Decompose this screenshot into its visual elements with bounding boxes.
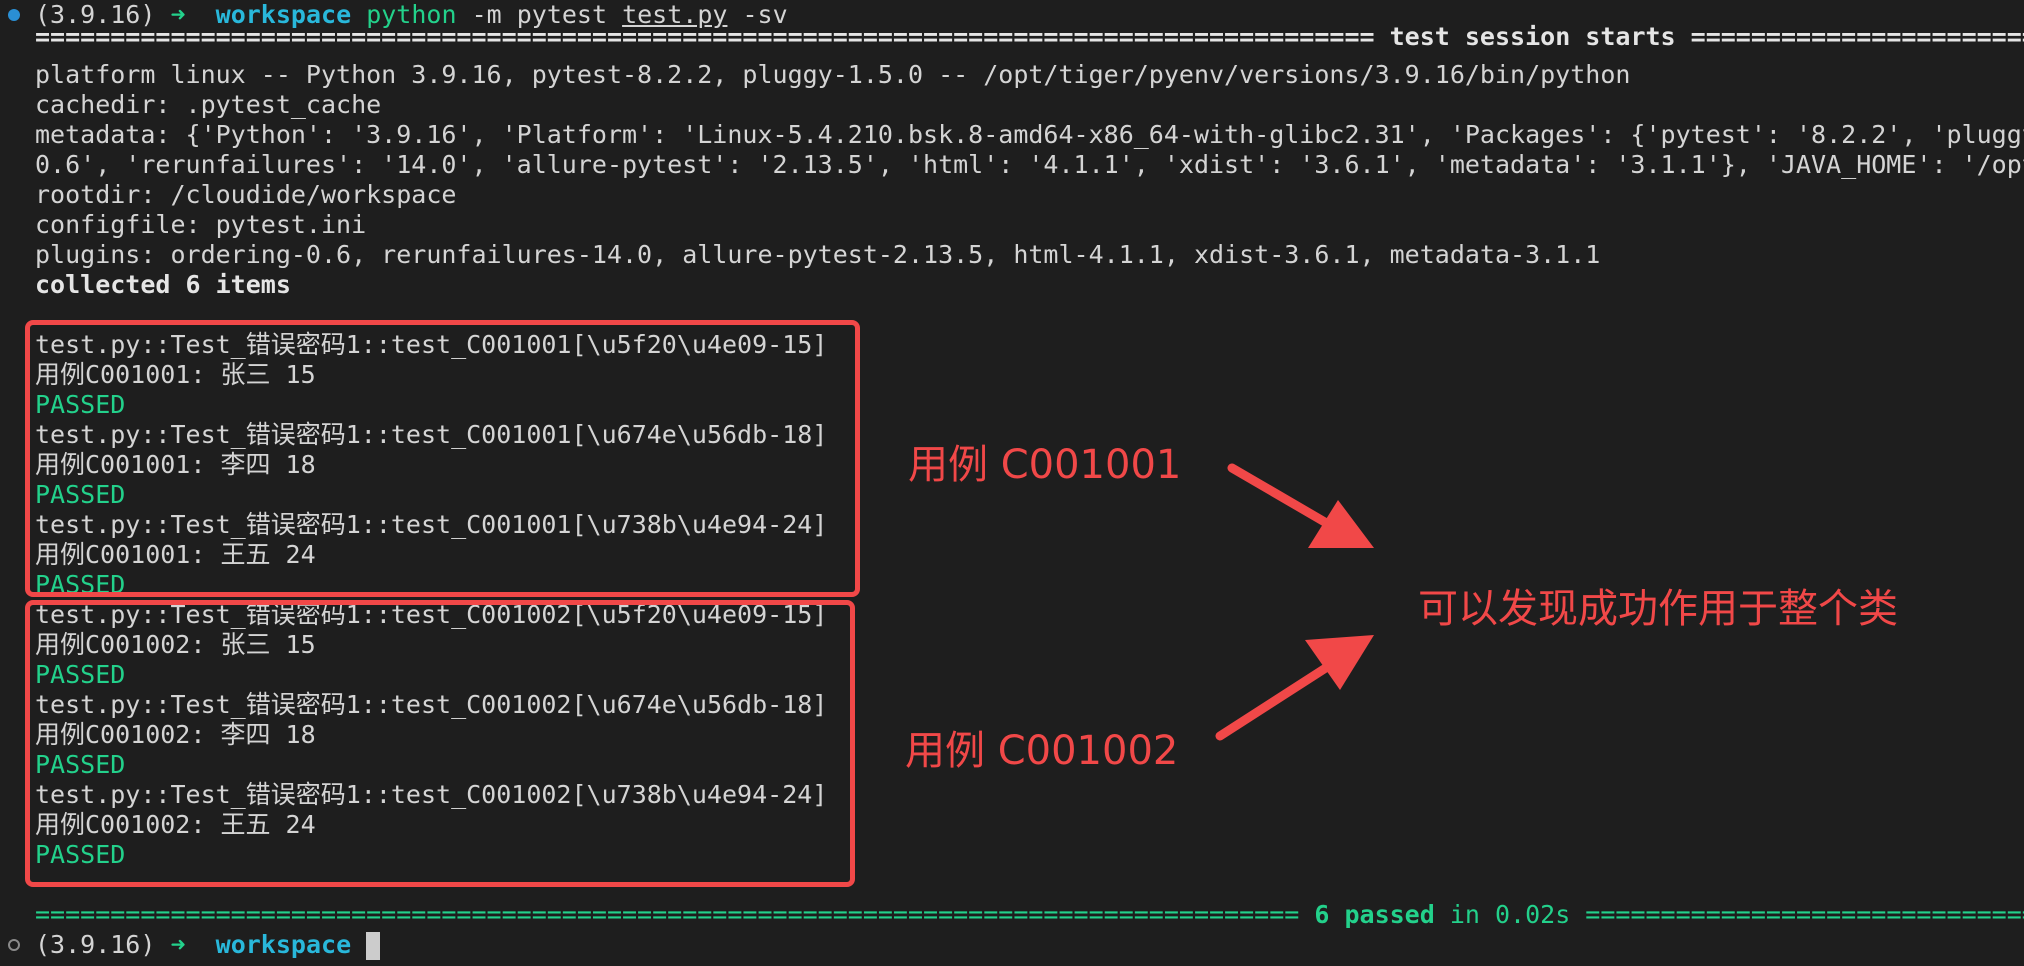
annotation-arrows (1215, 463, 1374, 741)
arrow-lower (1215, 635, 1374, 741)
arrow-upper (1227, 463, 1374, 548)
